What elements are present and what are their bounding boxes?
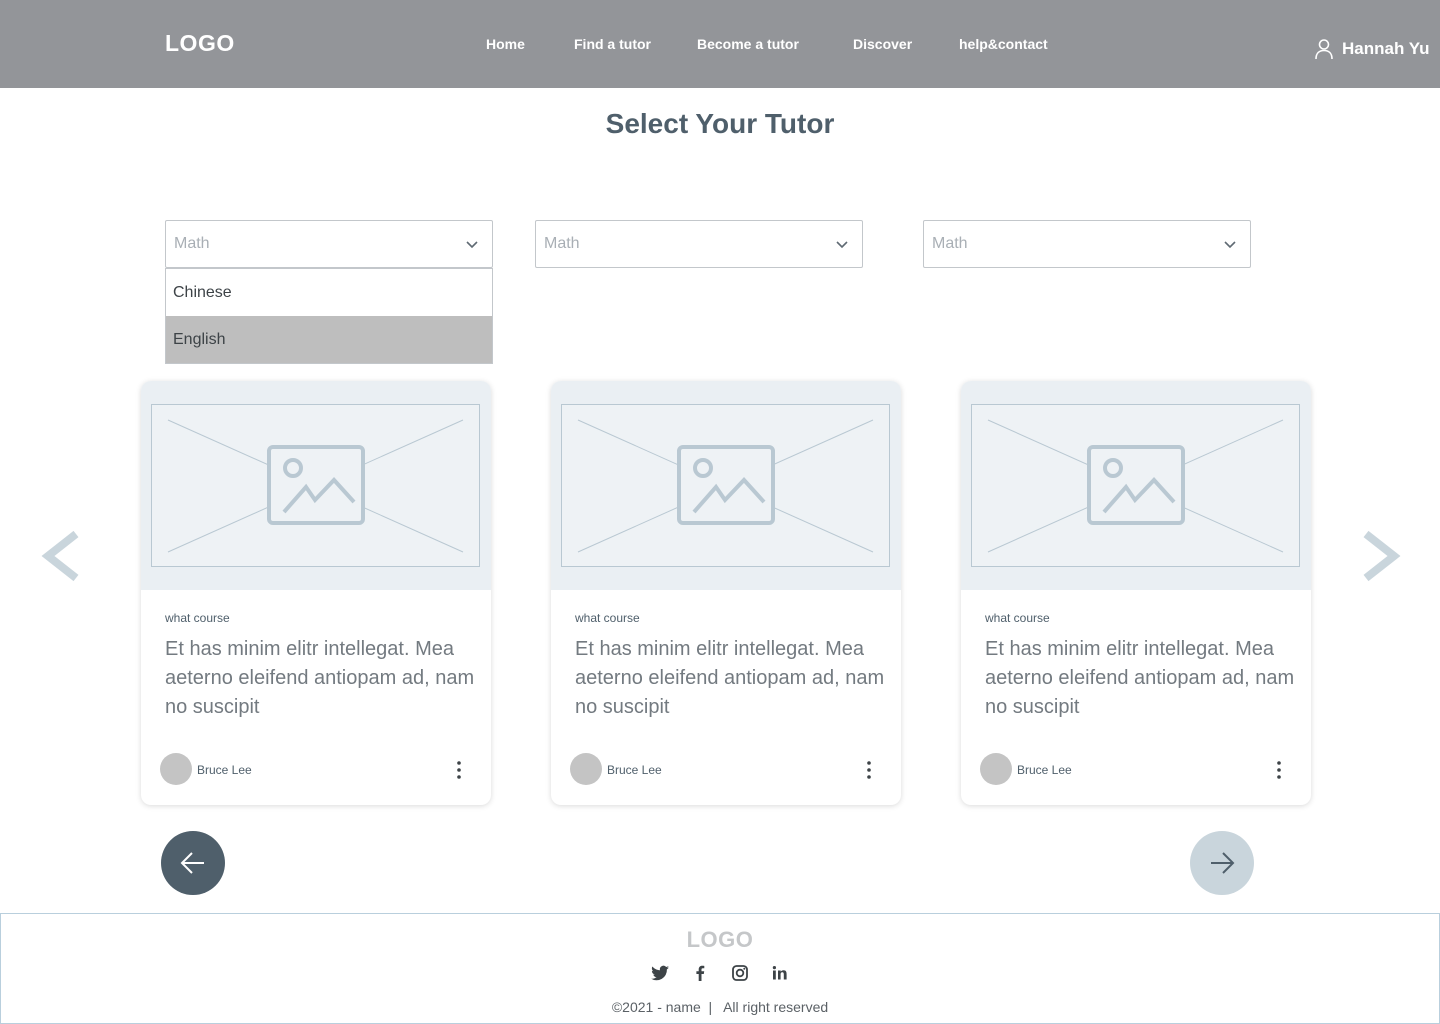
image-placeholder-icon [971, 404, 1300, 567]
select-value: Math [544, 235, 580, 252]
page-title: Select Your Tutor [605, 108, 835, 139]
avatar [980, 753, 1012, 785]
user-menu[interactable]: Hannah Yu [1314, 38, 1430, 60]
select-value: Math [174, 235, 210, 252]
header-logo[interactable]: LOGO [165, 30, 235, 57]
card-description: Et has minim elitr intellegat. Mea aeter… [165, 638, 475, 718]
instagram-icon[interactable] [730, 963, 750, 983]
user-name: Hannah Yu [1342, 39, 1430, 58]
chevron-down-icon [836, 241, 848, 249]
carousel-prev-arrow-icon[interactable] [40, 530, 82, 582]
more-vertical-icon[interactable] [861, 759, 877, 781]
tutor-card[interactable]: what course Et has minim elitr intellega… [551, 381, 901, 805]
card-image-placeholder [961, 381, 1311, 590]
subject-select-3[interactable]: Math [923, 220, 1251, 268]
subject-dropdown-menu: Chinese English [165, 268, 493, 364]
more-vertical-icon[interactable] [451, 759, 467, 781]
tutor-name: Bruce Lee [197, 763, 252, 777]
card-description: Et has minim elitr intellegat. Mea aeter… [575, 638, 885, 718]
tutor-name: Bruce Lee [607, 763, 662, 777]
image-placeholder-icon [561, 404, 890, 567]
copyright-text: ©2021 - name | All right reserved [611, 999, 829, 1015]
card-image-placeholder [141, 381, 491, 590]
avatar [570, 753, 602, 785]
footer-logo: LOGO [686, 927, 754, 952]
prev-page-button[interactable] [161, 831, 225, 895]
dropdown-option-english[interactable]: English [166, 316, 492, 363]
carousel-next-arrow-icon[interactable] [1360, 530, 1402, 582]
nav-find-a-tutor[interactable]: Find a tutor [574, 36, 651, 52]
user-icon [1315, 39, 1333, 60]
nav-home[interactable]: Home [486, 36, 525, 52]
card-image-placeholder [551, 381, 901, 590]
facebook-icon[interactable] [690, 963, 710, 983]
subject-select-2[interactable]: Math [535, 220, 863, 268]
twitter-icon[interactable] [650, 963, 670, 983]
more-vertical-icon[interactable] [1271, 759, 1287, 781]
select-value: Math [932, 235, 968, 252]
course-label: what course [165, 611, 230, 625]
tutor-card[interactable]: what course Et has minim elitr intellega… [961, 381, 1311, 805]
nav-help-contact[interactable]: help&contact [959, 36, 1048, 52]
tutor-card[interactable]: what course Et has minim elitr intellega… [141, 381, 491, 805]
tutor-name: Bruce Lee [1017, 763, 1072, 777]
course-label: what course [985, 611, 1050, 625]
card-description: Et has minim elitr intellegat. Mea aeter… [985, 638, 1295, 718]
next-page-button[interactable] [1190, 831, 1254, 895]
dropdown-option-chinese[interactable]: Chinese [166, 269, 492, 316]
course-label: what course [575, 611, 640, 625]
subject-select-1[interactable]: Math [165, 220, 493, 268]
image-placeholder-icon [151, 404, 480, 567]
avatar [160, 753, 192, 785]
linkedin-icon[interactable] [770, 963, 790, 983]
chevron-down-icon [1224, 241, 1236, 249]
nav-become-a-tutor[interactable]: Become a tutor [697, 36, 799, 52]
chevron-down-icon [466, 241, 478, 249]
nav-discover[interactable]: Discover [853, 36, 912, 52]
